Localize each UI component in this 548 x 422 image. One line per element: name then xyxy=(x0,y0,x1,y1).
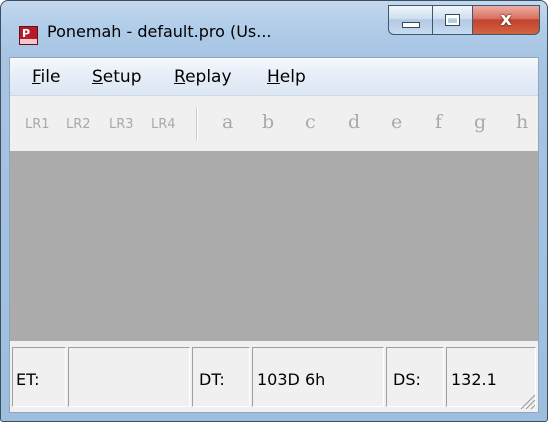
menu-replay[interactable]: Replay xyxy=(174,67,232,87)
menu-bar: File Setup Replay Help xyxy=(10,58,538,96)
menu-file-accel: F xyxy=(32,67,41,87)
menu-replay-label: eplay xyxy=(185,67,232,87)
menu-help-accel: H xyxy=(267,67,280,87)
toolbar-d-button[interactable]: d xyxy=(348,111,360,133)
status-bar: ET: DT: 103D 6h DS: 132.1 xyxy=(10,341,538,412)
maximize-icon xyxy=(445,14,460,26)
status-ds-label-cell: DS: xyxy=(386,347,444,407)
toolbar-b-button[interactable]: b xyxy=(262,111,274,133)
toolbar-lr1-button[interactable]: LR1 xyxy=(25,117,50,132)
toolbar-g-button[interactable]: g xyxy=(474,111,486,133)
menu-file-label: ile xyxy=(40,67,61,87)
toolbar-lr3-button[interactable]: LR3 xyxy=(109,117,134,132)
minimize-icon xyxy=(401,22,420,28)
status-et-value-cell xyxy=(68,347,190,407)
close-button[interactable]: x xyxy=(473,5,540,35)
toolbar-lr2-button[interactable]: LR2 xyxy=(66,117,91,132)
window-title: Ponemah - default.pro (Us... xyxy=(47,22,272,41)
toolbar-h-button[interactable]: h xyxy=(516,111,528,133)
status-ds-value: 132.1 xyxy=(451,370,497,389)
status-ds-label: DS: xyxy=(393,370,421,389)
app-window: P Ponemah - default.pro (Us... x File Se… xyxy=(0,0,548,422)
maximize-button[interactable] xyxy=(432,5,473,35)
toolbar: LR1 LR2 LR3 LR4 a b c d e f g h xyxy=(10,96,538,151)
status-dt-value-cell: 103D 6h xyxy=(252,347,384,407)
toolbar-f-button[interactable]: f xyxy=(435,111,442,133)
minimize-button[interactable] xyxy=(388,5,432,35)
menu-replay-accel: R xyxy=(174,67,186,87)
toolbar-lr4-button[interactable]: LR4 xyxy=(151,117,176,132)
app-icon-band xyxy=(20,39,37,44)
menu-help-label: elp xyxy=(279,67,306,87)
status-dt-value: 103D 6h xyxy=(257,370,326,389)
menu-help[interactable]: Help xyxy=(267,67,306,87)
status-et-label: ET: xyxy=(16,370,40,389)
menu-setup-accel: S xyxy=(92,67,103,87)
resize-grip-icon[interactable] xyxy=(516,390,536,410)
close-icon: x xyxy=(500,9,512,30)
menu-file[interactable]: File xyxy=(32,67,60,87)
ponemah-app-icon[interactable]: P xyxy=(19,26,38,45)
menu-setup-label: etup xyxy=(102,67,142,87)
toolbar-a-button[interactable]: a xyxy=(222,111,233,133)
workspace-area xyxy=(10,151,538,341)
toolbar-c-button[interactable]: c xyxy=(305,111,316,133)
client-area: File Setup Replay Help LR1 LR2 LR3 LR4 a… xyxy=(9,57,539,413)
menu-setup[interactable]: Setup xyxy=(92,67,142,87)
status-et-label-cell: ET: xyxy=(12,347,66,407)
status-dt-label: DT: xyxy=(199,370,225,389)
toolbar-e-button[interactable]: e xyxy=(391,111,402,133)
status-dt-label-cell: DT: xyxy=(192,347,250,407)
toolbar-separator xyxy=(196,108,198,140)
title-bar[interactable]: P Ponemah - default.pro (Us... x xyxy=(1,1,547,57)
